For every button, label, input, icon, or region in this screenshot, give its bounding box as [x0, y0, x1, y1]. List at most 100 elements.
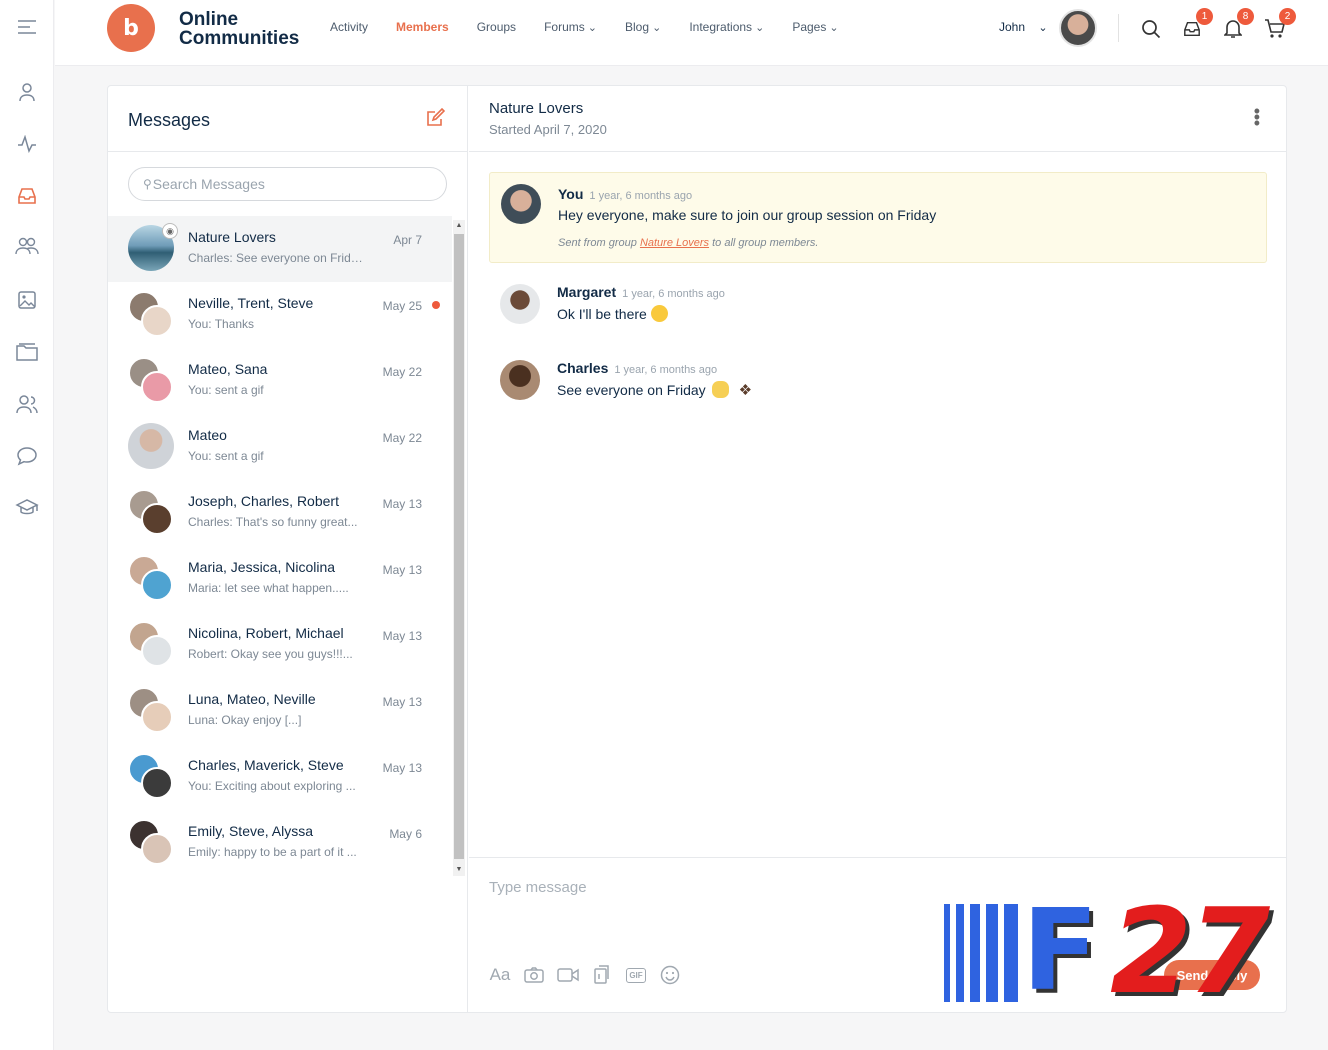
thread-preview: Luna: Okay enjoy [...] [188, 713, 302, 727]
scroll-thumb[interactable] [454, 234, 464, 859]
thread-names: Emily, Steve, Alyssa [188, 823, 314, 839]
user-avatar[interactable] [1059, 9, 1097, 47]
camera-icon[interactable] [523, 964, 545, 986]
attachment-icon[interactable] [591, 964, 613, 986]
search-input[interactable]: ⚲ Search Messages [128, 167, 447, 201]
thread-preview: Charles: That's so funny great... [188, 515, 358, 529]
message-avatar[interactable] [500, 360, 540, 400]
nav-blog[interactable]: Blog [625, 20, 661, 34]
unread-dot [432, 301, 440, 309]
search-icon[interactable] [1138, 16, 1164, 42]
thread-date: May 22 [382, 431, 422, 445]
brand-name[interactable]: Online Communities [179, 10, 299, 48]
cart-badge: 2 [1279, 8, 1296, 25]
emoji-icon[interactable] [659, 964, 681, 986]
message-author[interactable]: Margaret 1 year, 6 months ago [557, 284, 725, 300]
message-avatar[interactable] [500, 284, 540, 324]
message-time: 1 year, 6 months ago [614, 364, 718, 376]
thread-date: May 13 [382, 629, 422, 643]
user-name: John [999, 20, 1026, 34]
compose-icon[interactable] [425, 107, 446, 133]
thread-item[interactable]: Joseph, Charles, Robert Charles: That's … [108, 480, 452, 546]
text-format-icon[interactable]: Aa [489, 964, 511, 986]
thread-date: Apr 7 [393, 233, 422, 247]
conversation-column: Nature Lovers Started April 7, 2020 • • • … [469, 86, 1286, 1012]
messages-inbox-icon[interactable]: 1 [1179, 8, 1213, 42]
nav-integrations[interactable]: Integrations [689, 20, 764, 34]
thread-scrollbar[interactable]: ▲ ▼ [453, 220, 465, 876]
message-author[interactable]: You 1 year, 6 months ago [558, 186, 692, 202]
thread-preview: You: Exciting about exploring ... [188, 779, 356, 793]
thread-names: Luna, Mateo, Neville [188, 691, 316, 707]
folder-icon[interactable] [8, 337, 46, 367]
thread-item[interactable]: Charles, Maverick, Steve You: Exciting a… [108, 744, 452, 810]
thread-date: May 13 [382, 761, 422, 775]
message-margaret: Margaret 1 year, 6 months ago Ok I'll be … [489, 282, 1267, 332]
inbox-icon[interactable] [8, 181, 46, 211]
bell-icon[interactable]: 8 [1220, 8, 1254, 42]
profile-icon[interactable] [8, 77, 46, 107]
thread-avatar [128, 819, 174, 865]
courses-icon[interactable] [8, 493, 46, 523]
nav-members[interactable]: Members [396, 20, 449, 34]
nav-groups[interactable]: Groups [477, 20, 516, 34]
messages-badge: 1 [1196, 8, 1213, 25]
chevron-down-icon: ⌄ [1038, 22, 1048, 34]
thread-avatar [128, 555, 174, 601]
thread-item-nature-lovers[interactable]: ◉ Nature Lovers Charles: See everyone on… [108, 216, 452, 282]
message-avatar[interactable] [501, 184, 541, 224]
forums-icon[interactable] [8, 441, 46, 471]
thread-item[interactable]: Mateo You: sent a gif May 22 [108, 414, 452, 480]
nav-activity[interactable]: Activity [330, 20, 368, 34]
thread-date: May 13 [382, 563, 422, 577]
thread-item[interactable]: Mateo, Sana You: sent a gif May 22 [108, 348, 452, 414]
thread-preview: Emily: happy to be a part of it ... [188, 845, 357, 859]
nav-forums[interactable]: Forums [544, 20, 597, 34]
message-author[interactable]: Charles 1 year, 6 months ago [557, 360, 717, 376]
friends-icon[interactable] [8, 389, 46, 419]
thread-preview: Robert: Okay see you guys!!!... [188, 647, 353, 661]
groups-icon[interactable] [8, 231, 46, 261]
cart-icon[interactable]: 2 [1262, 8, 1296, 42]
main-nav: Activity Members Groups Forums Blog Inte… [330, 20, 867, 34]
thread-item[interactable]: Nicolina, Robert, Michael Robert: Okay s… [108, 612, 452, 678]
more-options-icon[interactable]: • • • [1254, 102, 1260, 132]
scroll-down-icon[interactable]: ▼ [453, 864, 465, 876]
message-input[interactable]: Type message [489, 879, 587, 896]
thread-names: Joseph, Charles, Robert [188, 493, 339, 509]
message-charles: Charles 1 year, 6 months ago See everyone… [489, 358, 1267, 408]
thread-list: ◉ Nature Lovers Charles: See everyone on… [108, 216, 452, 876]
header-separator [108, 151, 468, 152]
thread-item[interactable]: Neville, Trent, Steve You: Thanks May 25 [108, 282, 452, 348]
nav-pages[interactable]: Pages [792, 20, 838, 34]
group-link[interactable]: Nature Lovers [640, 237, 709, 249]
thread-names: Nature Lovers [188, 229, 276, 245]
gif-icon[interactable]: GIF [625, 964, 647, 986]
menu-icon[interactable] [8, 12, 46, 42]
thread-item[interactable]: Emily, Steve, Alyssa Emily: happy to be … [108, 810, 452, 876]
user-menu[interactable]: John ⌄ [999, 20, 1048, 34]
message-text: Ok I'll be there [557, 305, 668, 322]
thread-names: Charles, Maverick, Steve [188, 757, 344, 773]
watermark-number: 27 [1110, 882, 1270, 1020]
photos-icon[interactable] [8, 285, 46, 315]
scroll-up-icon[interactable]: ▲ [453, 220, 465, 232]
thread-date: May 22 [382, 365, 422, 379]
activity-icon[interactable] [8, 129, 46, 159]
video-icon[interactable] [557, 964, 579, 986]
thread-names: Mateo, Sana [188, 361, 268, 377]
message-time: 1 year, 6 months ago [622, 288, 725, 300]
message-group-note: Sent from group Nature Lovers to all gro… [558, 237, 819, 249]
thread-avatar [128, 423, 174, 469]
thread-names: Mateo [188, 427, 227, 443]
thread-avatar [128, 753, 174, 799]
thread-avatar [128, 291, 174, 337]
thread-item[interactable]: Maria, Jessica, Nicolina Maria: let see … [108, 546, 452, 612]
thread-item[interactable]: Luna, Mateo, Neville Luna: Okay enjoy [.… [108, 678, 452, 744]
thread-avatar [128, 489, 174, 535]
thread-preview: Maria: let see what happen..... [188, 581, 349, 595]
brand-logo[interactable]: b [107, 4, 155, 52]
group-badge-icon: ◉ [162, 223, 178, 239]
grinning-emoji-icon [650, 305, 668, 322]
thread-avatar [128, 357, 174, 403]
